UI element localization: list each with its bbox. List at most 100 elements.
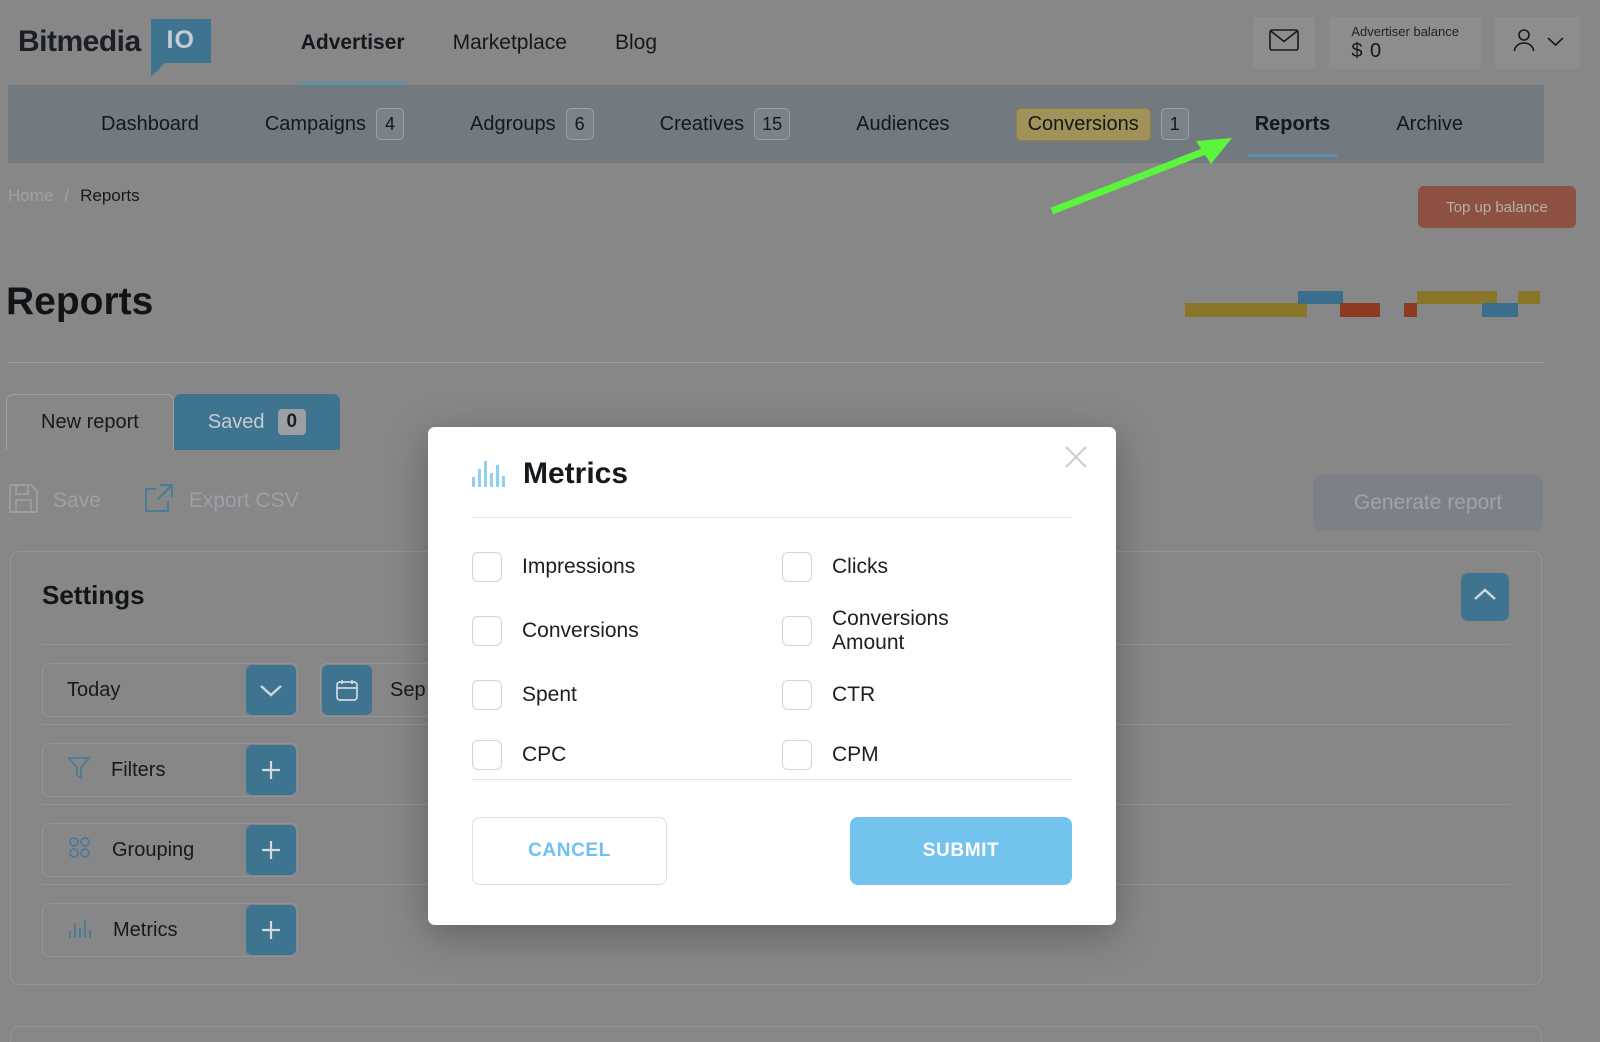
modal-header-rule [472,517,1072,518]
metrics-field[interactable]: Metrics [42,903,298,957]
creatives-count-badge: 15 [754,108,791,140]
modal-title: Metrics [523,457,629,490]
results-card [10,1026,1542,1042]
checkbox-box[interactable] [782,740,812,770]
sidebar-item-reports[interactable]: Reports [1222,85,1364,163]
modal-footer-rule [472,779,1072,780]
dots-grid-icon [67,835,92,865]
metrics-checkbox-grid: Impressions Clicks Conversions Conversio… [472,547,1072,775]
checkbox-label: Spent [522,683,577,706]
generate-report-button[interactable]: Generate report [1313,475,1543,531]
settings-collapse-button[interactable] [1461,573,1509,621]
subnav-label: Archive [1396,112,1464,135]
checkbox-clicks[interactable]: Clicks [782,547,1072,587]
advertiser-balance[interactable]: Advertiser balance $ 0 [1329,16,1481,69]
chevron-down-icon[interactable] [246,665,296,715]
checkbox-label: CPC [522,743,567,766]
save-label: Save [53,489,101,512]
sidebar-item-campaigns[interactable]: Campaigns 4 [232,85,437,163]
subnav-label: Reports [1254,112,1331,135]
breadcrumb-current: Reports [80,186,140,205]
user-icon [1511,27,1537,58]
breadcrumb-separator: / [64,186,70,205]
top-up-balance-button[interactable]: Top up balance [1418,186,1576,228]
checkbox-box[interactable] [782,552,812,582]
tab-new-report[interactable]: New report [6,394,174,450]
grouping-label: Grouping [112,838,195,861]
modal-close-button[interactable] [1056,439,1096,479]
settings-title: Settings [42,580,145,610]
saved-count-badge: 0 [277,409,307,435]
decorative-bar [1518,291,1540,304]
brand-logo[interactable]: Bitmedia IO [18,13,211,77]
checkbox-box[interactable] [472,740,502,770]
filters-field[interactable]: Filters [42,743,298,797]
sidebar-item-adgroups[interactable]: Adgroups 6 [437,85,627,163]
grouping-row: Grouping [42,823,298,877]
metrics-label: Metrics [113,918,178,941]
decorative-bar [1482,303,1518,317]
balance-label: Advertiser balance [1351,23,1459,39]
grouping-field[interactable]: Grouping [42,823,298,877]
adgroups-count-badge: 6 [565,108,594,140]
filters-row: Filters [42,743,298,797]
close-icon [1061,442,1091,477]
logo-tag-text: IO [166,26,195,54]
checkbox-box[interactable] [472,680,502,710]
user-menu-button[interactable] [1495,16,1580,69]
header-divider [8,362,1544,363]
export-csv-button[interactable]: Export CSV [143,482,299,520]
checkbox-box[interactable] [782,616,812,646]
breadcrumb: Home / Reports [8,186,140,206]
checkbox-box[interactable] [472,552,502,582]
sidebar-item-archive[interactable]: Archive [1363,85,1496,163]
date-preset-select[interactable]: Today [42,663,298,717]
balance-value: $ 0 [1351,39,1383,62]
bar-chart-icon [67,915,93,946]
external-link-icon [143,482,175,520]
conversions-count-badge: 1 [1160,108,1189,140]
sidebar-item-audiences[interactable]: Audiences [823,85,982,163]
decorative-bar [1404,303,1417,317]
add-grouping-button[interactable] [246,825,296,875]
checkbox-label: CPM [832,743,879,766]
checkbox-label: Impressions [522,555,636,578]
submit-button[interactable]: SUBMIT [850,817,1072,885]
checkbox-ctr[interactable]: CTR [782,675,1072,715]
checkbox-spent[interactable]: Spent [472,675,782,715]
checkbox-conversions-amount[interactable]: Conversions Amount [782,607,1072,655]
report-toolbar: Save Export CSV [8,482,299,520]
decorative-bar [1298,291,1343,304]
add-metrics-button[interactable] [246,905,296,955]
campaigns-count-badge: 4 [376,108,405,140]
chevron-up-icon [1473,587,1497,607]
add-filter-button[interactable] [246,745,296,795]
sidebar-item-dashboard[interactable]: Dashboard [68,85,232,163]
tab-saved[interactable]: Saved 0 [173,394,341,450]
checkbox-impressions[interactable]: Impressions [472,547,782,587]
nav-item-blog[interactable]: Blog [615,0,657,85]
checkbox-cpm[interactable]: CPM [782,735,1072,775]
checkbox-box[interactable] [782,680,812,710]
metrics-row: Metrics [42,903,298,957]
checkbox-label: Conversions Amount [832,607,949,654]
metrics-modal: Metrics Impressions Clicks Conversions C… [428,427,1116,925]
checkbox-conversions[interactable]: Conversions [472,607,782,655]
sidebar-item-conversions[interactable]: Conversions 1 [983,85,1222,163]
nav-item-advertiser[interactable]: Advertiser [300,0,405,85]
checkbox-box[interactable] [472,616,502,646]
decorative-bar [1340,303,1380,317]
calendar-icon[interactable] [322,665,372,715]
messages-button[interactable] [1253,16,1316,69]
modal-header: Metrics [472,457,628,491]
funnel-icon [67,755,91,786]
breadcrumb-home[interactable]: Home [8,186,53,206]
checkbox-label: Conversions [522,619,639,642]
save-button[interactable]: Save [8,483,101,520]
cancel-button[interactable]: CANCEL [472,817,667,885]
checkbox-cpc[interactable]: CPC [472,735,782,775]
checkbox-label: CTR [832,683,876,706]
sidebar-item-creatives[interactable]: Creatives 15 [627,85,824,163]
nav-item-marketplace[interactable]: Marketplace [453,0,567,85]
bar-chart-icon [472,461,505,487]
